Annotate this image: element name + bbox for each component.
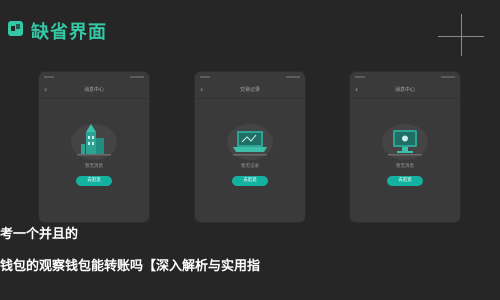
go-browse-button[interactable]: 去逛逛 xyxy=(387,176,423,186)
crosshair-vertical-line xyxy=(461,14,462,56)
empty-state-text: 暂无消息 xyxy=(396,164,414,169)
nav-divider xyxy=(350,98,460,99)
caption-line-1: 考一个并且的 xyxy=(0,227,79,242)
page-title: 缺省界面 xyxy=(31,22,107,43)
app-logo-icon xyxy=(8,21,23,36)
empty-building-illustration-icon xyxy=(71,124,117,160)
page: 缺省界面 ‹ 消息中心 暂无消息 去逛逛 ‹ 交易记录 暂无记录 去逛逛 ‹ 消… xyxy=(0,0,500,300)
go-browse-button[interactable]: 去逛逛 xyxy=(232,176,268,186)
status-bar xyxy=(39,72,149,82)
empty-monitor-illustration-icon xyxy=(382,124,428,160)
crosshair-horizontal-line xyxy=(438,36,484,37)
go-browse-button[interactable]: 去逛逛 xyxy=(76,176,112,186)
phone-screen-transactions: ‹ 交易记录 暂无记录 去逛逛 xyxy=(195,72,305,222)
status-bar xyxy=(195,72,305,82)
nav-divider xyxy=(39,98,149,99)
phone-screen-messages: ‹ 消息中心 暂无消息 去逛逛 xyxy=(39,72,149,222)
nav-divider xyxy=(195,98,305,99)
screen-nav-title: 消息中心 xyxy=(83,87,104,93)
screen-nav-title: 交易记录 xyxy=(239,87,260,93)
phone-screen-messages-2: ‹ 消息中心 暂无消息 去逛逛 xyxy=(350,72,460,222)
empty-laptop-illustration-icon xyxy=(227,124,273,160)
empty-state-text: 暂无记录 xyxy=(241,164,259,169)
screen-nav-title: 消息中心 xyxy=(394,87,415,93)
empty-state-text: 暂无消息 xyxy=(85,164,103,169)
status-bar xyxy=(350,72,460,82)
caption-line-2: 钱包的观察钱包能转账吗【深入解析与实用指 xyxy=(0,259,261,274)
